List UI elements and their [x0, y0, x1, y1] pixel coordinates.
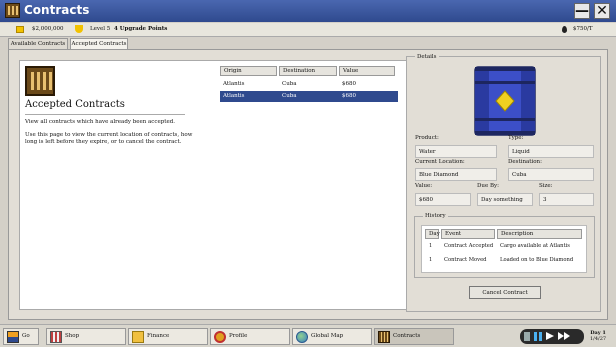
history-description: Cargo available at Atlantis — [500, 243, 570, 249]
due-by-label: Due By: — [477, 183, 499, 189]
history-table: Day Event Description 1 Contract Accepte… — [421, 225, 587, 273]
profile-button[interactable]: Profile — [210, 328, 290, 345]
history-day: 1 — [429, 257, 433, 263]
history-group: History Day Event Description 1 Contract… — [414, 213, 595, 278]
shop-label: Shop — [65, 333, 80, 339]
oil-drop-icon — [562, 26, 567, 33]
profile-label: Profile — [229, 333, 248, 339]
history-day: 1 — [429, 243, 433, 249]
global-map-button[interactable]: Global Map — [292, 328, 372, 345]
globe-icon — [296, 331, 308, 343]
table-row[interactable]: Atlantis Cuba $680 — [220, 79, 398, 90]
due-by-field: Day something — [477, 193, 533, 206]
location-field: Blue Diamond — [415, 168, 497, 181]
type-label: Type: — [508, 135, 524, 141]
page-heading: Accepted Contracts — [25, 99, 125, 110]
finance-button[interactable]: Finance — [128, 328, 208, 345]
cell-origin: Atlantis — [223, 93, 245, 99]
trophy-icon — [75, 25, 83, 33]
money-icon — [16, 26, 24, 33]
cell-origin: Atlantis — [223, 81, 245, 87]
size-field: 3 — [539, 193, 594, 206]
game-clock: Day 1 1/4/27 — [590, 330, 606, 342]
status-bar: $2,000,000 Level 5 4 Upgrade Points $750… — [0, 23, 616, 37]
start-icon — [7, 331, 19, 343]
cell-destination: Cuba — [282, 81, 297, 87]
value-label: Value: — [415, 183, 433, 189]
column-header-origin[interactable]: Origin — [220, 66, 277, 76]
cancel-contract-button[interactable]: Cancel Contract — [469, 286, 541, 299]
pause-icon[interactable] — [534, 332, 542, 341]
barrel-icon — [474, 66, 536, 136]
history-header-day[interactable]: Day — [425, 229, 440, 239]
cell-value: $680 — [342, 81, 356, 87]
cell-destination: Cuba — [282, 93, 297, 99]
details-title: Details — [415, 54, 439, 60]
go-button[interactable]: Go — [3, 328, 39, 345]
value-field: $680 — [415, 193, 471, 206]
contracts-taskbar-button[interactable]: Contracts — [374, 328, 454, 345]
fast-forward-icon-2 — [564, 332, 570, 340]
tab-available-contracts[interactable]: Available Contracts — [8, 38, 68, 49]
date-label: 1/4/27 — [590, 336, 607, 342]
shop-icon — [50, 331, 62, 343]
product-field: Water — [415, 145, 497, 158]
close-button[interactable]: ✕ — [594, 3, 610, 19]
type-field: Liquid — [508, 145, 594, 158]
shop-button[interactable]: Shop — [46, 328, 126, 345]
finance-label: Finance — [147, 333, 170, 339]
history-header-description[interactable]: Description — [497, 229, 582, 239]
history-title: History — [423, 213, 448, 219]
destination-field: Cuba — [508, 168, 594, 181]
history-event: Contract Accepted — [444, 243, 494, 249]
window-title: Contracts — [24, 3, 90, 17]
crate-icon — [5, 3, 20, 18]
size-label: Size: — [539, 183, 553, 189]
column-header-destination[interactable]: Destination — [279, 66, 337, 76]
play-icon[interactable] — [546, 332, 554, 340]
history-header-event[interactable]: Event — [441, 229, 495, 239]
go-label: Go — [22, 333, 30, 339]
cell-value: $680 — [342, 93, 356, 99]
contracts-panel: Accepted Contracts View all contracts wh… — [19, 60, 407, 310]
history-description: Loaded on to Blue Diamond — [500, 257, 574, 263]
page-description: View all contracts which have already be… — [25, 119, 175, 125]
destination-label: Destination: — [508, 159, 542, 165]
upgrade-points: 4 Upgrade Points — [114, 26, 168, 32]
oil-price: $750/T — [573, 26, 593, 32]
table-row-selected[interactable]: Atlantis Cuba $680 — [220, 91, 398, 102]
page-help-text: Use this page to view the current locati… — [25, 132, 193, 145]
title-bar: Contracts — ✕ — [0, 0, 616, 22]
location-label: Current Location: — [415, 159, 465, 165]
taskbar: Go Shop Finance Profile Global Map Contr… — [0, 324, 616, 347]
medal-icon — [214, 331, 226, 343]
details-panel: Details Product: Water Type: Liquid Curr… — [406, 54, 601, 312]
tab-accepted-contracts[interactable]: Accepted Contracts — [70, 38, 128, 49]
product-label: Product: — [415, 135, 439, 141]
global-map-label: Global Map — [311, 333, 344, 339]
crate-icon — [25, 66, 55, 96]
column-header-value[interactable]: Value — [339, 66, 395, 76]
media-controls — [520, 329, 584, 344]
heading-divider — [25, 114, 185, 115]
finance-icon — [132, 331, 144, 343]
crate-icon — [378, 331, 390, 343]
minimize-button[interactable]: — — [574, 3, 590, 19]
history-event: Contract Moved — [444, 257, 487, 263]
level-label: Level 5 — [90, 26, 111, 32]
speaker-icon[interactable] — [524, 332, 530, 341]
main-panel: Accepted Contracts View all contracts wh… — [8, 49, 608, 320]
money-value: $2,000,000 — [32, 26, 64, 32]
contracts-taskbar-label: Contracts — [393, 333, 421, 339]
